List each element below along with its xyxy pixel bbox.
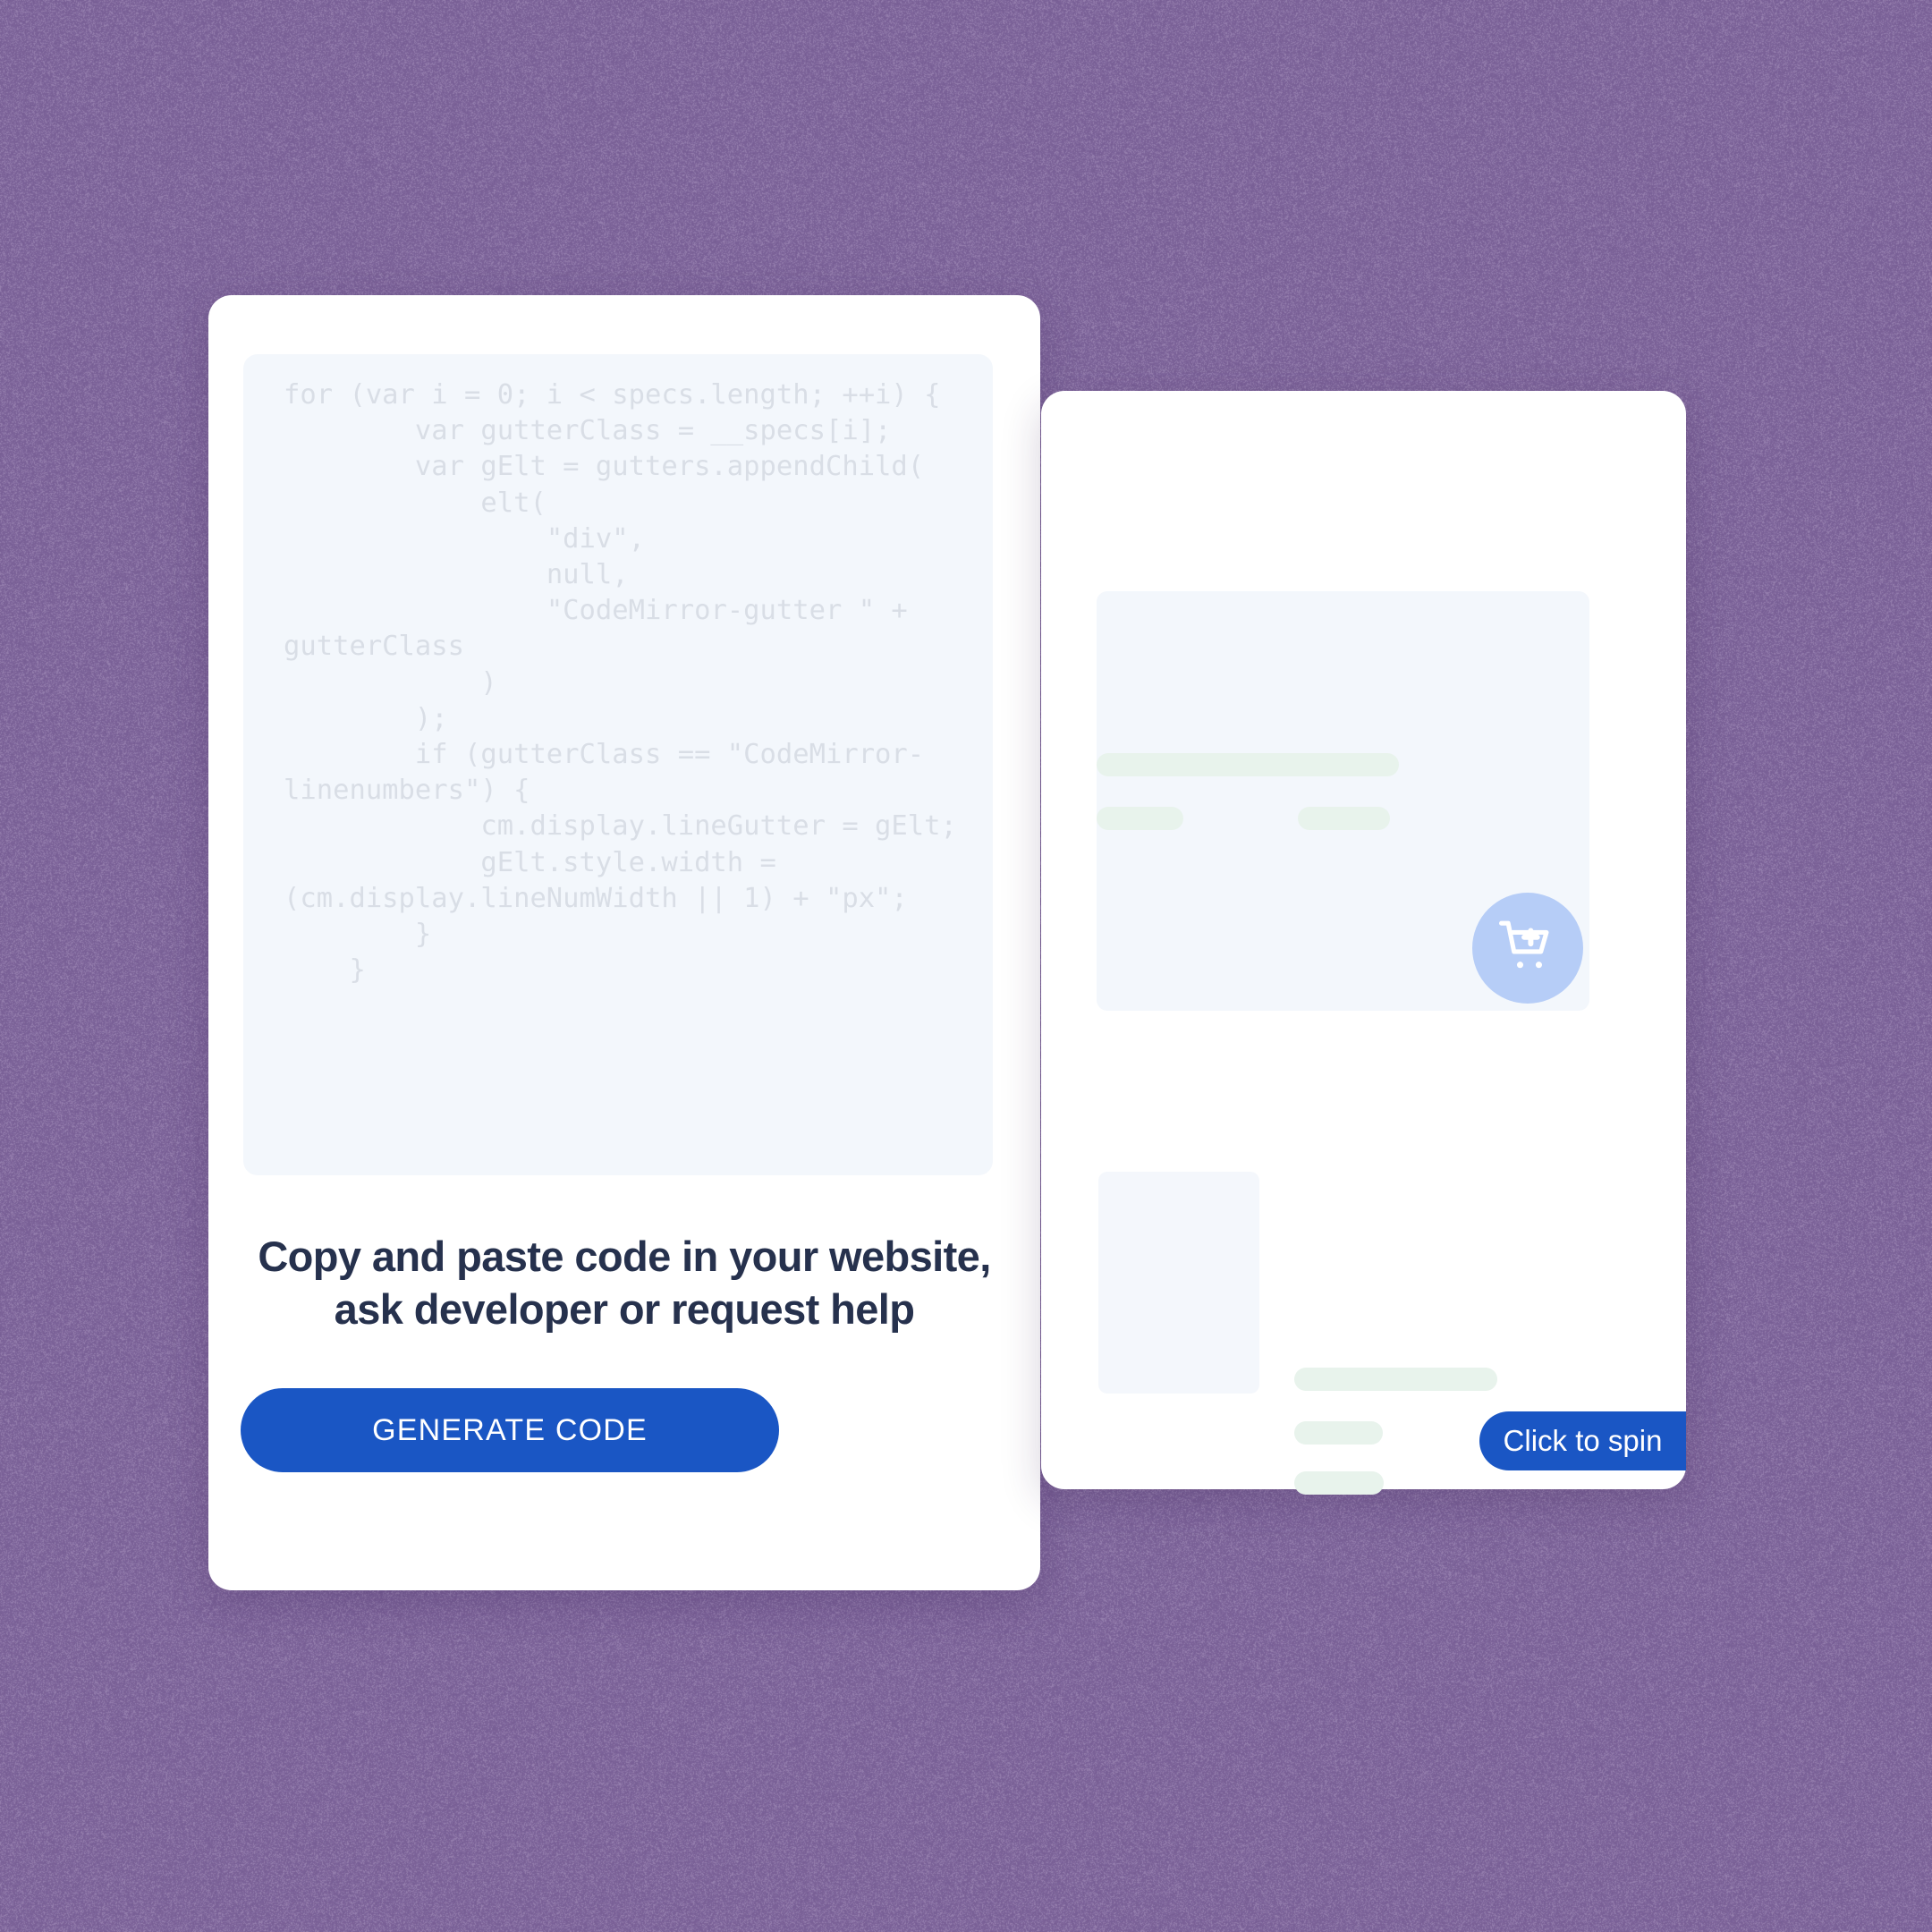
placeholder-bar xyxy=(1097,807,1183,830)
placeholder-bar xyxy=(1294,1368,1497,1391)
add-to-cart-button[interactable] xyxy=(1472,893,1583,1004)
placeholder-bar xyxy=(1294,1471,1384,1495)
cart-plus-icon xyxy=(1497,918,1558,979)
code-snippet-block[interactable]: for (var i = 0; i < specs.length; ++i) {… xyxy=(243,354,993,1175)
placeholder-bar xyxy=(1294,1421,1383,1445)
code-generator-card: for (var i = 0; i < specs.length; ++i) {… xyxy=(208,295,1040,1590)
generate-code-button[interactable]: GENERATE CODE xyxy=(241,1388,779,1472)
screenshot-canvas: for (var i = 0; i < specs.length; ++i) {… xyxy=(0,0,1932,1932)
thumbnail-placeholder xyxy=(1098,1172,1259,1394)
placeholder-bar xyxy=(1298,807,1390,830)
code-snippet-text: for (var i = 0; i < specs.length; ++i) {… xyxy=(284,377,963,988)
page-title: Copy and paste code in your website, ask… xyxy=(244,1231,1004,1336)
product-preview-card xyxy=(1041,391,1686,1489)
placeholder-bar xyxy=(1097,753,1399,776)
click-to-spin-button[interactable]: Click to spin xyxy=(1479,1411,1686,1470)
